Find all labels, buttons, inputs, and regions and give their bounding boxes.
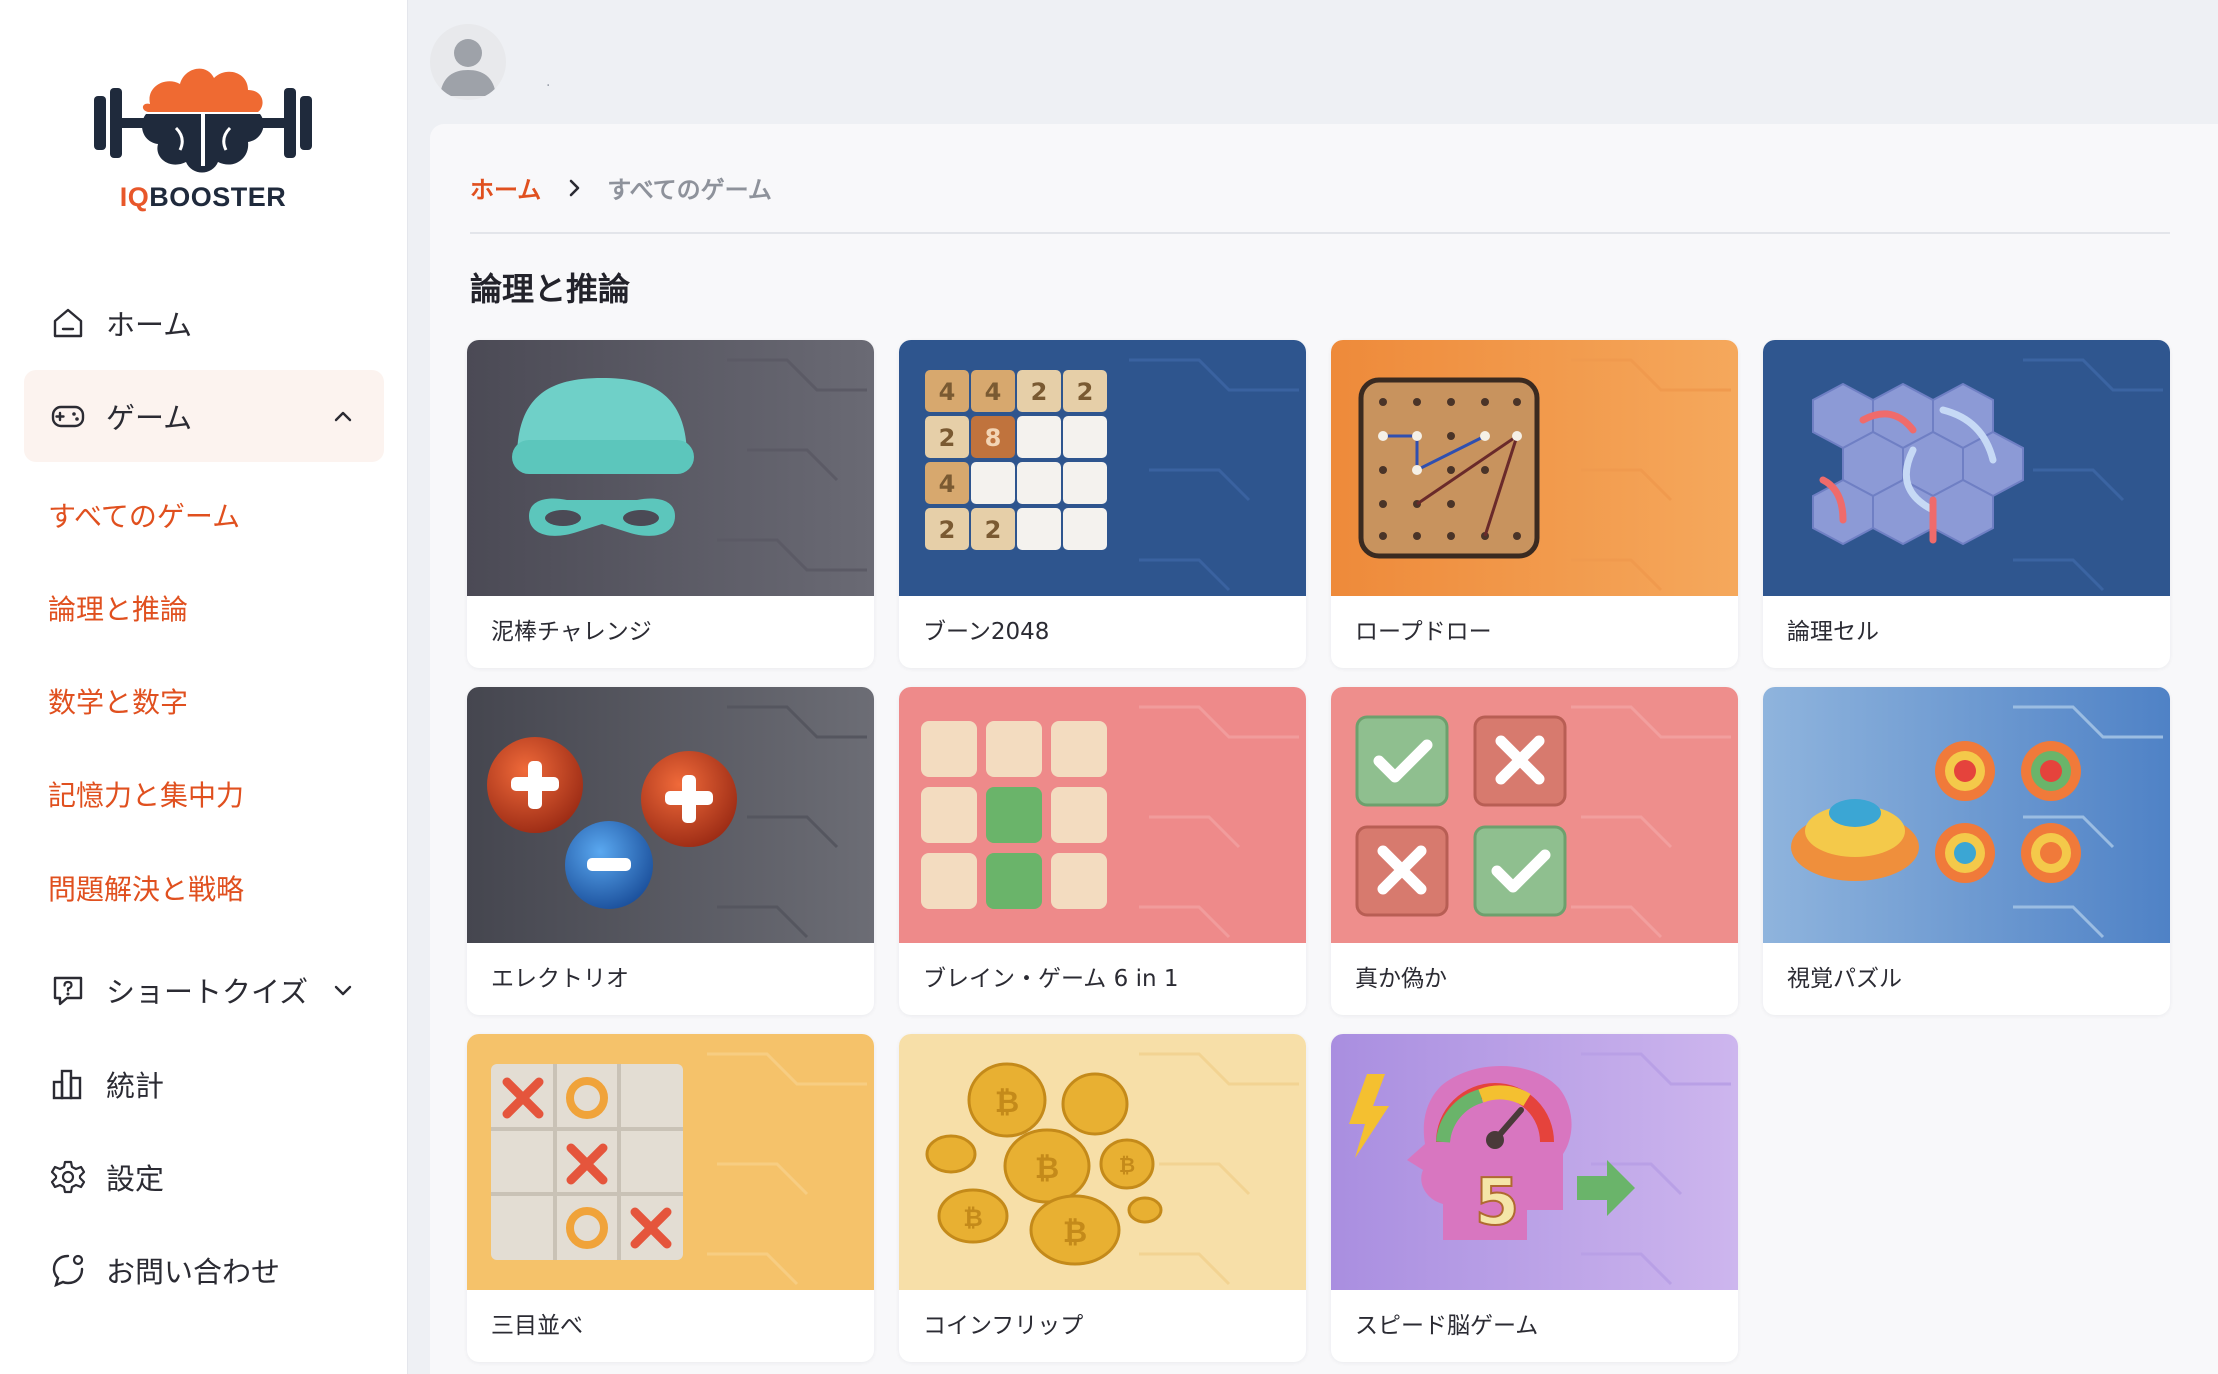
game-name: スピード脳ゲーム: [1355, 1313, 1539, 1339]
coins-icon: ₿ ₿ ₿ ₿ ₿: [899, 1034, 1306, 1290]
game-name: 泥棒チャレンジ: [491, 619, 652, 645]
breadcrumb-current: すべてのゲーム: [607, 176, 772, 204]
game-card-coin-flip[interactable]: ₿ ₿ ₿ ₿ ₿ コインフリップ: [899, 1034, 1306, 1362]
game-card-brain-game-6in1[interactable]: ブレイン・ゲーム 6 in 1: [899, 687, 1306, 1015]
game-name: ブーン2048: [923, 619, 1050, 645]
game-name: 視覚パズル: [1787, 966, 1902, 992]
svg-text:₿: ₿: [995, 1085, 1019, 1120]
game-name: ブレイン・ゲーム 6 in 1: [923, 966, 1179, 992]
game-name: コインフリップ: [923, 1313, 1084, 1339]
ring-targets-icon: [1763, 687, 2170, 943]
sidebar: IQBOOSTER ホーム ゲーム すべてのゲーム 論理と推論 数学と数字 記憶…: [0, 0, 408, 1374]
tile-value: 2: [985, 516, 1002, 544]
nav-settings-label: 設定: [106, 1162, 165, 1196]
chevron-right-icon: [569, 179, 580, 196]
tile-value: 2: [939, 516, 956, 544]
charge-orbs-icon: [467, 687, 874, 943]
avatar[interactable]: [430, 24, 506, 100]
game-card-true-or-false[interactable]: 真か偽か: [1331, 687, 1738, 1015]
nav-stats-label: 統計: [106, 1069, 165, 1103]
speed-brain-icon: 5: [1331, 1034, 1738, 1290]
game-name: エレクトリオ: [491, 966, 629, 992]
iqbooster-logo[interactable]: IQBOOSTER: [88, 58, 318, 218]
game-card-electrio[interactable]: エレクトリオ: [467, 687, 874, 1015]
nav-logic-reasoning[interactable]: 論理と推論: [48, 580, 188, 640]
nav-short-quiz[interactable]: ショートクイズ: [24, 944, 384, 1036]
nav-math-numbers[interactable]: 数学と数字: [48, 673, 188, 733]
nav-contact[interactable]: お問い合わせ: [24, 1224, 384, 1316]
game-card-boon-2048[interactable]: 4 4 2 2 2 8 4 2 2 ブーン2048: [899, 340, 1306, 668]
game-name: 論理セル: [1787, 619, 1879, 645]
nav-short-quiz-label: ショートクイズ: [106, 975, 309, 1009]
divider: [470, 232, 2170, 234]
brain-dumbbell-icon: [94, 68, 312, 173]
tile-value: 2: [1031, 378, 1048, 406]
nav-memory-focus[interactable]: 記憶力と集中力: [48, 766, 244, 826]
thief-mask-icon: [467, 340, 874, 596]
nav-home-label: ホーム: [106, 308, 193, 342]
tile-value: 4: [939, 470, 956, 498]
tile-grid-icon: [899, 687, 1306, 943]
game-card-visual-puzzle[interactable]: 視覚パズル: [1763, 687, 2170, 1015]
nav-stats[interactable]: 統計: [24, 1038, 384, 1130]
svg-text:₿: ₿: [1035, 1151, 1059, 1186]
chevron-down-icon[interactable]: [328, 975, 358, 1005]
tile-value: 2: [1077, 378, 1094, 406]
svg-text:₿: ₿: [963, 1204, 983, 1232]
game-name: ロープドロー: [1355, 619, 1492, 645]
gear-icon: [48, 1157, 88, 1197]
game-card-speed-brain-game[interactable]: 5 スピード脳ゲーム: [1331, 1034, 1738, 1362]
nav-contact-label: お問い合わせ: [106, 1255, 281, 1289]
bar-chart-icon: [48, 1064, 88, 1104]
hex-cells-icon: [1763, 340, 2170, 596]
nav-problem-solving[interactable]: 問題解決と戦略: [48, 860, 244, 920]
game-card-rope-draw[interactable]: ロープドロー: [1331, 340, 1738, 668]
logo-text: IQBOOSTER: [119, 182, 287, 212]
nav-home[interactable]: ホーム: [24, 277, 384, 369]
pegboard-rope-icon: [1331, 340, 1738, 596]
game-name: 真か偽か: [1355, 966, 1447, 992]
nav-settings[interactable]: 設定: [24, 1131, 384, 1223]
game-card-logic-cells[interactable]: 論理セル: [1763, 340, 2170, 668]
question-bubble-icon: [48, 970, 88, 1010]
tile-value: 4: [939, 378, 956, 406]
breadcrumb-home[interactable]: ホーム: [470, 170, 541, 205]
tile-value: 8: [985, 424, 1002, 452]
nav-games-label: ゲーム: [106, 401, 193, 435]
section-title: 論理と推論: [470, 270, 631, 308]
game-name: 三目並べ: [491, 1313, 583, 1339]
svg-text:₿: ₿: [1063, 1215, 1087, 1250]
svg-text:₿: ₿: [1119, 1153, 1135, 1177]
tic-tac-toe-icon: [467, 1034, 874, 1290]
tile-2048-icon: 4 4 2 2 2 8 4 2 2: [899, 340, 1306, 596]
chat-bubble-icon: [48, 1250, 88, 1290]
gamepad-icon: [48, 396, 88, 436]
tile-value: 4: [985, 378, 1002, 406]
username: .: [546, 74, 551, 90]
user-avatar-icon: [440, 39, 496, 96]
home-icon: [48, 303, 88, 343]
chevron-up-icon[interactable]: [328, 401, 358, 431]
nav-games[interactable]: ゲーム: [24, 370, 384, 462]
main-panel: ホーム すべてのゲーム 論理と推論 泥棒チャレンジ 4 4 2 2 2 8 4 …: [430, 124, 2218, 1374]
breadcrumb: ホーム すべてのゲーム: [470, 170, 772, 205]
speed-number: 5: [1475, 1166, 1520, 1240]
check-cross-icon: [1331, 687, 1738, 943]
nav-all-games[interactable]: すべてのゲーム: [48, 487, 240, 547]
game-card-thief-challenge[interactable]: 泥棒チャレンジ: [467, 340, 874, 668]
game-card-tic-tac-toe[interactable]: 三目並べ: [467, 1034, 874, 1362]
tile-value: 2: [939, 424, 956, 452]
